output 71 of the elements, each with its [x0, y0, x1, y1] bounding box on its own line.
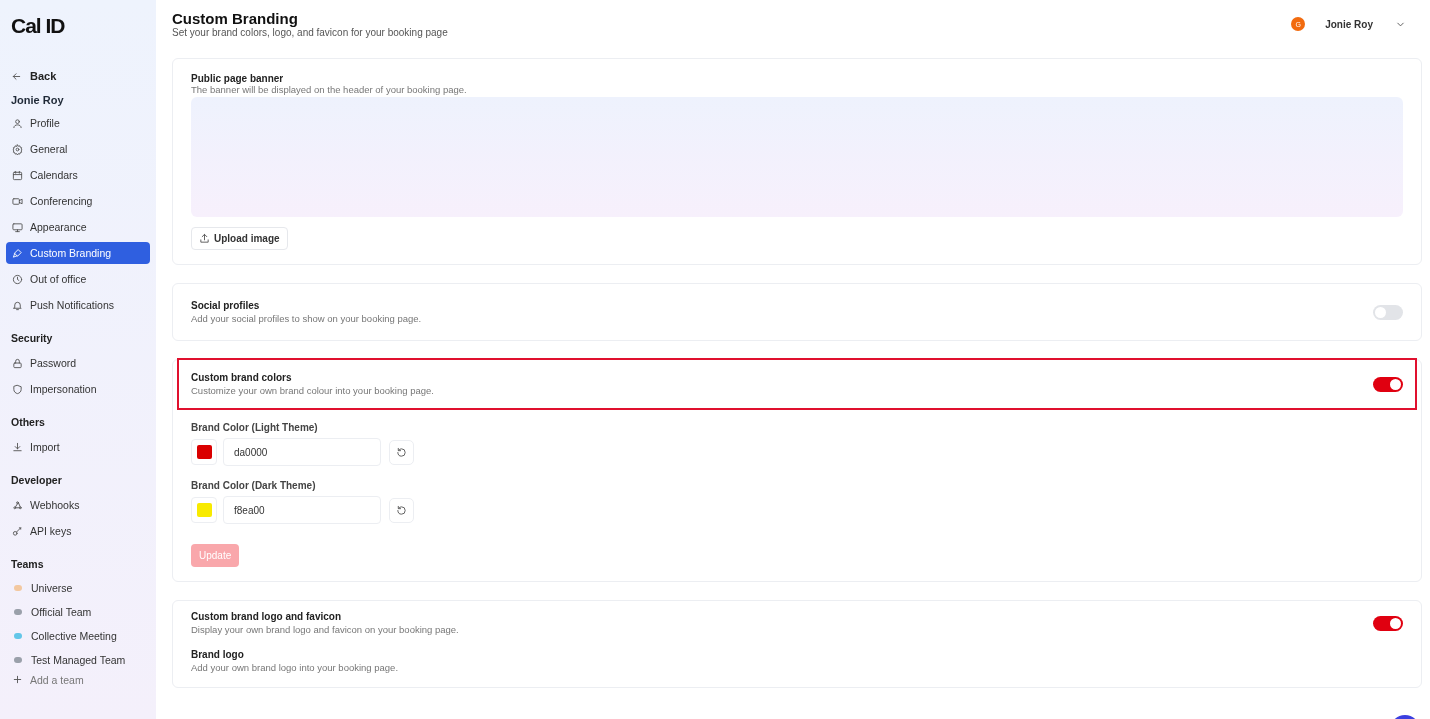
monitor-icon	[12, 221, 23, 233]
video-camera-icon	[12, 195, 23, 207]
reset-button[interactable]	[389, 497, 414, 523]
sidebar-item[interactable]: Impersonation	[6, 378, 150, 400]
subsection-title: Brand logo	[191, 649, 245, 660]
page-title: Custom Branding	[172, 10, 298, 27]
sidebar-item[interactable]: API keys	[6, 520, 150, 542]
team-avatar-icon	[14, 657, 22, 663]
team-avatar-icon	[14, 585, 22, 591]
add-team-link[interactable]: Add a team	[6, 674, 150, 686]
paintbrush-icon	[12, 247, 23, 259]
section-description: The banner will be displayed on the header of your booking page.	[191, 84, 468, 95]
sidebar-item[interactable]: Password	[6, 352, 150, 374]
gear-icon	[12, 143, 23, 155]
color-swatch[interactable]	[191, 439, 217, 465]
sidebar-item[interactable]: Out of office	[6, 268, 150, 290]
section-description: Display your own brand logo and favicon on your booking page.	[191, 624, 459, 635]
sidebar-item[interactable]: Calendars	[6, 164, 150, 186]
color-hex-field[interactable]: da0000	[223, 438, 381, 466]
arrow-left-icon	[11, 70, 22, 82]
section-heading: Others	[11, 416, 45, 428]
sidebar-item[interactable]: Push Notifications	[6, 294, 150, 316]
clock-icon	[12, 273, 23, 285]
reset-icon	[396, 504, 407, 516]
team-avatar-icon	[14, 609, 22, 615]
section-title: Custom brand logo and favicon	[191, 611, 342, 622]
team-item[interactable]: Universe	[6, 578, 150, 598]
user-name: Jonie Roy	[11, 94, 64, 106]
lock-icon	[12, 357, 23, 369]
upload-image-button[interactable]: Upload image	[191, 227, 288, 250]
section-heading: Security	[11, 332, 53, 344]
page-subtitle: Set your brand colors, logo, and favicon for your booking page	[172, 27, 448, 38]
calendar-icon	[12, 169, 23, 181]
back-link[interactable]: Back	[6, 68, 62, 84]
shield-icon	[12, 383, 23, 395]
sidebar-item[interactable]: Import	[6, 436, 150, 458]
section-description: Add your social profiles to show on your booking page.	[191, 313, 422, 324]
reset-icon	[396, 446, 407, 458]
section-title: Custom brand colors	[191, 372, 293, 383]
section-heading: Developer	[11, 474, 62, 486]
toggle-switch[interactable]	[1373, 304, 1403, 320]
section-heading: Teams	[11, 558, 44, 570]
sidebar-item[interactable]: General	[6, 138, 150, 160]
sidebar-item[interactable]: Appearance	[6, 216, 150, 238]
upload-icon	[199, 233, 210, 244]
sidebar-item[interactable]: Custom Branding	[6, 242, 150, 264]
toggle-switch[interactable]	[1373, 376, 1403, 392]
section-title: Public page banner	[191, 73, 285, 84]
field-label: Brand Color (Light Theme)	[191, 422, 319, 433]
sidebar-item[interactable]: Profile	[6, 112, 150, 134]
plus-icon	[12, 674, 23, 685]
download-icon	[12, 441, 23, 453]
team-avatar-icon	[14, 633, 22, 639]
team-item[interactable]: Test Managed Team	[6, 650, 150, 670]
bell-icon	[12, 299, 23, 311]
section-title: Social profiles	[191, 300, 261, 311]
color-swatch[interactable]	[191, 497, 217, 523]
reset-button[interactable]	[389, 439, 414, 465]
section-description: Customize your own brand colour into your booking page.	[191, 385, 434, 396]
logo: Cal ID	[11, 14, 65, 38]
sidebar-item[interactable]: Conferencing	[6, 190, 150, 212]
sidebar-item[interactable]: Webhooks	[6, 494, 150, 516]
toggle-switch[interactable]	[1373, 615, 1403, 631]
subsection-description: Add your own brand logo into your booking page.	[191, 662, 400, 673]
webhook-icon	[12, 499, 23, 511]
field-label: Brand Color (Dark Theme)	[191, 480, 317, 491]
key-icon	[12, 525, 23, 537]
color-hex-field[interactable]: f8ea00	[223, 496, 381, 524]
team-item[interactable]: Official Team	[6, 602, 150, 622]
team-item[interactable]: Collective Meeting	[6, 626, 150, 646]
user-icon	[12, 117, 23, 129]
